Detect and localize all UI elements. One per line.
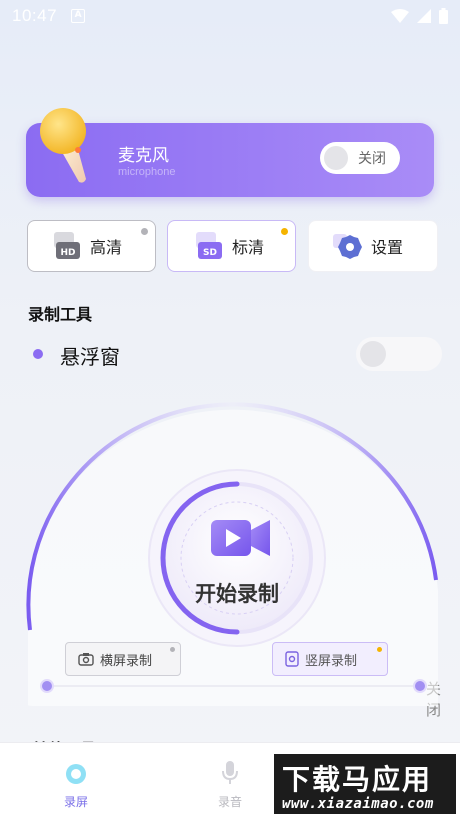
nav-record-screen[interactable]: 录屏 xyxy=(16,743,136,819)
slider-right-handle[interactable] xyxy=(413,679,427,693)
sd-icon-text: SD xyxy=(203,248,217,258)
floating-window-bullet xyxy=(33,349,43,359)
landscape-badge-dot xyxy=(170,647,175,652)
toggle-knob xyxy=(324,146,348,170)
hd-quality-button[interactable]: HD 高清 xyxy=(27,220,156,272)
settings-button[interactable]: 设置 xyxy=(308,220,438,272)
microphone-title: 麦克风 xyxy=(118,146,169,166)
microphone-icon xyxy=(40,108,86,183)
phone-camera-icon xyxy=(285,651,299,667)
landscape-record-button[interactable]: 横屏录制 xyxy=(65,642,181,676)
landscape-record-label: 横屏录制 xyxy=(100,653,153,669)
portrait-record-label: 竖屏录制 xyxy=(305,653,358,669)
slider-left-handle[interactable] xyxy=(40,679,54,693)
wifi-icon xyxy=(391,9,409,23)
status-bar: 10:47 A xyxy=(0,0,460,32)
notification-a-icon: A xyxy=(71,9,86,23)
status-time: 10:47 xyxy=(12,6,58,25)
floating-window-toggle[interactable]: 关闭 xyxy=(356,337,442,719)
watermark-title: 下载马应用 xyxy=(282,763,433,796)
start-recording-button[interactable]: 开始录制 xyxy=(0,578,460,608)
portrait-badge-dot xyxy=(377,647,382,652)
toggle-knob xyxy=(360,341,386,367)
hd-label: 高清 xyxy=(90,238,123,257)
hd-badge-dot xyxy=(141,228,148,235)
floating-window-label: 悬浮窗 xyxy=(60,345,120,369)
battery-icon xyxy=(439,8,448,24)
record-screen-icon xyxy=(66,764,86,784)
microphone-nav-icon xyxy=(222,761,238,784)
signal-icon xyxy=(417,9,431,23)
portrait-record-button[interactable]: 竖屏录制 xyxy=(272,642,388,676)
microphone-subtitle: microphone xyxy=(118,166,176,178)
video-camera-icon[interactable] xyxy=(211,520,270,556)
gear-icon xyxy=(333,234,362,259)
microphone-card: 麦克风 microphone 关闭 xyxy=(26,108,434,197)
hd-icon-text: HD xyxy=(60,248,75,258)
watermark-url: www.xiazaimao.com xyxy=(282,796,434,812)
sd-icon: SD xyxy=(196,232,222,259)
status-icons xyxy=(391,8,448,24)
camera-icon xyxy=(78,653,94,666)
toggle-label: 关闭 xyxy=(358,151,386,167)
sd-quality-button[interactable]: SD 标清 xyxy=(167,220,296,272)
settings-label: 设置 xyxy=(371,238,404,257)
microphone-toggle[interactable]: 关闭 xyxy=(320,142,400,174)
hd-icon: HD xyxy=(54,232,80,259)
nav-record-screen-label: 录屏 xyxy=(63,795,88,809)
watermark-logo: 下载马应用 www.xiazaimao.com xyxy=(272,752,458,816)
recording-tools-title: 录制工具 xyxy=(28,305,93,324)
sd-badge-dot xyxy=(281,228,288,235)
sd-label: 标清 xyxy=(232,238,265,257)
